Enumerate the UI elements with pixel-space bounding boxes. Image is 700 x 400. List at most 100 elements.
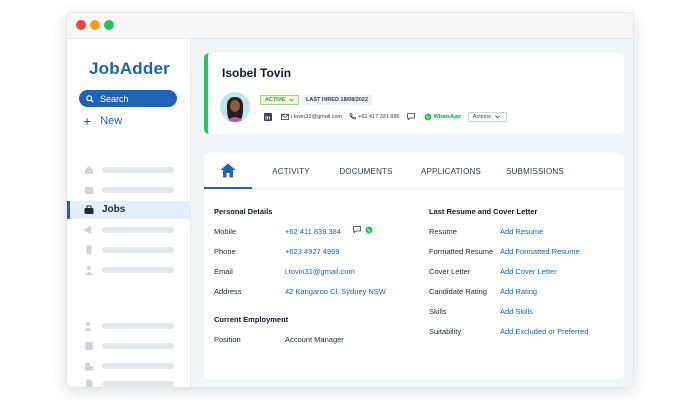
candidate-header-card: Isobel Tovin ACTIVE LAST HIRED 18/08/202…	[204, 53, 624, 134]
add-suitability-link[interactable]: Add Excluded or Preferred	[500, 327, 588, 336]
search-icon	[86, 94, 94, 103]
tab-submissions[interactable]: SUBMISSIONS	[506, 153, 564, 189]
email-label: Email	[214, 267, 233, 276]
candidate-name: Isobel Tovin	[222, 66, 292, 80]
resume-label: Resume	[429, 227, 457, 236]
sms-button[interactable]	[406, 113, 417, 120]
sidebar-item-documents[interactable]	[67, 375, 191, 387]
new-button-label: New	[100, 115, 123, 127]
user-card-icon	[85, 342, 93, 350]
cover-letter-label: Cover Letter	[429, 267, 471, 276]
whatsapp-icon[interactable]	[365, 226, 373, 234]
contact-row: in i.tovin31@gmail.com +61 417 331 986 W…	[264, 111, 514, 122]
add-formatted-resume-link[interactable]: Add Formatted Resume	[500, 247, 580, 256]
chevron-down-icon	[289, 98, 295, 102]
mobile-value[interactable]: +62 411 839 384	[285, 227, 341, 236]
current-employment-heading: Current Employment	[214, 315, 289, 324]
position-label: Position	[214, 335, 241, 344]
briefcase-icon	[84, 205, 94, 214]
tab-applications[interactable]: APPLICATIONS	[419, 153, 483, 189]
sidebar-item-label: Jobs	[102, 204, 126, 215]
sidebar-item-mobile[interactable]	[67, 241, 191, 259]
email-link[interactable]: i.tovin31@gmail.com	[281, 114, 342, 120]
chevron-down-icon	[494, 114, 500, 118]
placeholder-bar	[102, 323, 174, 329]
actions-label: Actions	[472, 113, 491, 120]
maximize-window-button[interactable]	[104, 20, 114, 30]
chat-bubble-icon[interactable]	[353, 226, 361, 233]
address-value[interactable]: 42 Kangaroo Cl. Sydney NSW	[285, 287, 386, 296]
chat-bubble-icon	[406, 113, 415, 120]
avatar[interactable]	[220, 92, 250, 122]
whatsapp-label: WhatsApp	[433, 113, 461, 120]
email-text: i.tovin31@gmail.com	[291, 113, 343, 120]
candidate-rating-label: Candidate Rating	[429, 287, 487, 296]
sidebar: JobAdder Search + New Jobs	[67, 39, 191, 387]
sidebar-item-candidates[interactable]	[67, 261, 191, 279]
placeholder-bar	[102, 267, 174, 273]
megaphone-icon	[85, 226, 91, 234]
placeholder-bar	[102, 187, 174, 193]
sidebar-item-profile[interactable]	[67, 337, 191, 355]
person-icon	[85, 265, 93, 275]
contacts-icon	[85, 187, 93, 194]
skills-label: Skills	[429, 307, 447, 316]
tab-home[interactable]	[204, 153, 252, 189]
document-icon	[86, 379, 93, 387]
formatted-resume-label: Formatted Resume	[429, 247, 494, 256]
home-icon	[85, 166, 93, 174]
mobile-icon	[86, 245, 92, 255]
search-button-label: Search	[100, 93, 129, 104]
add-skills-link[interactable]: Add Skills	[500, 307, 533, 316]
add-resume-link[interactable]: Add Resume	[500, 227, 543, 236]
building-icon	[85, 363, 93, 371]
plus-icon: +	[83, 113, 92, 129]
email-value[interactable]: i.tovin31@gmail.com	[285, 267, 355, 276]
whatsapp-button[interactable]: WhatsApp	[424, 113, 461, 121]
add-rating-link[interactable]: Add Rating	[500, 287, 537, 296]
tab-bar: ACTIVITY DOCUMENTS APPLICATIONS SUBMISSI…	[204, 153, 624, 189]
linkedin-link[interactable]: in	[264, 112, 274, 121]
tab-documents[interactable]: DOCUMENTS	[338, 153, 394, 189]
personal-details-heading: Personal Details	[214, 207, 273, 216]
home-icon	[220, 163, 236, 177]
phone-link[interactable]: +61 417 331 986	[349, 113, 400, 120]
address-label: Address	[214, 287, 242, 296]
placeholder-bar	[102, 247, 174, 253]
candidate-details-card: ACTIVITY DOCUMENTS APPLICATIONS SUBMISSI…	[204, 153, 624, 379]
sidebar-item-team[interactable]	[67, 317, 191, 335]
app-window: JobAdder Search + New Jobs Isobel Tovin …	[66, 12, 634, 388]
actions-dropdown[interactable]: Actions	[467, 111, 507, 122]
minimize-window-button[interactable]	[90, 20, 100, 30]
status-badge[interactable]: ACTIVE	[260, 95, 300, 105]
team-icon	[84, 322, 92, 331]
new-button[interactable]: + New	[83, 113, 122, 129]
linkedin-icon: in	[264, 112, 272, 121]
app-logo[interactable]: JobAdder	[89, 59, 170, 79]
sidebar-item-campaigns[interactable]	[67, 221, 191, 239]
svg-text:in: in	[265, 115, 271, 121]
phone-value[interactable]: +623 4927 4969	[285, 247, 339, 256]
placeholder-bar	[102, 343, 174, 349]
last-hired-badge: LAST HIRED 18/08/2022	[302, 95, 373, 105]
phone-label: Phone	[214, 247, 236, 256]
search-button[interactable]: Search	[79, 90, 177, 107]
placeholder-bar	[102, 227, 174, 233]
title-bar	[67, 13, 633, 39]
whatsapp-icon	[424, 113, 432, 120]
position-value: Account Manager	[285, 335, 344, 344]
status-text: ACTIVE	[265, 97, 286, 103]
add-cover-letter-link[interactable]: Add Cover Letter	[500, 267, 557, 276]
placeholder-bar	[102, 363, 174, 369]
close-window-button[interactable]	[76, 20, 86, 30]
sidebar-item-companies[interactable]	[67, 357, 191, 375]
phone-text: +61 417 331 986	[358, 113, 400, 120]
sidebar-item-contacts[interactable]	[67, 181, 191, 199]
phone-icon	[349, 113, 357, 120]
tab-activity[interactable]: ACTIVITY	[272, 153, 310, 189]
suitability-label: Suitability	[429, 327, 462, 336]
sidebar-item-home[interactable]	[67, 161, 191, 179]
placeholder-bar	[102, 167, 174, 173]
sidebar-item-jobs[interactable]: Jobs	[67, 201, 191, 219]
mail-icon	[281, 113, 289, 120]
